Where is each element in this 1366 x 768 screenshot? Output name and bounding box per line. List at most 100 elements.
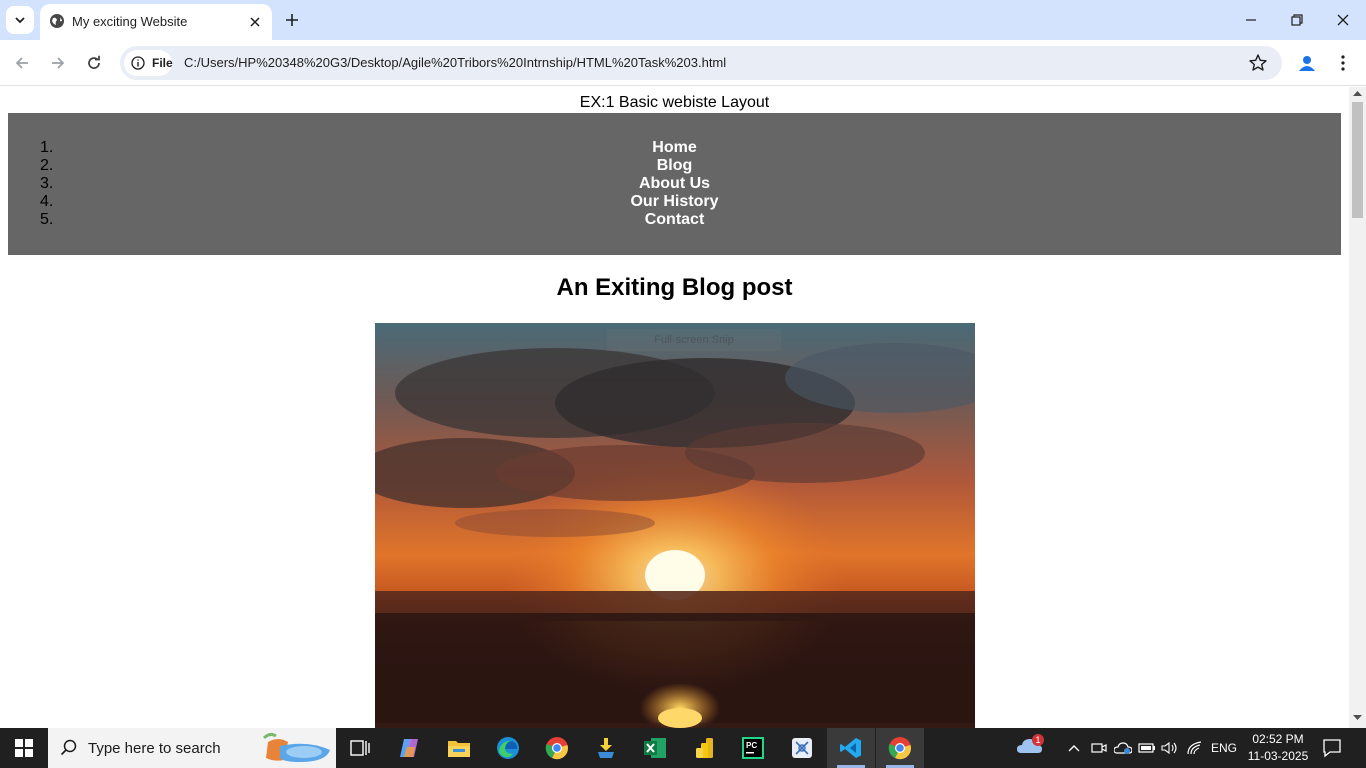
- reload-button[interactable]: [82, 51, 106, 75]
- taskbar-file-explorer[interactable]: [435, 728, 483, 768]
- nav-item-about-us: 3. About Us: [8, 175, 1341, 193]
- page-viewport: EX:1 Basic webiste Layout 1. Home 2. Blo…: [0, 87, 1349, 728]
- sunset-photo: [375, 323, 975, 728]
- site-info-chip[interactable]: File: [124, 50, 173, 76]
- scroll-down-arrow-icon[interactable]: [1353, 714, 1362, 721]
- browser-tab[interactable]: My exciting Website: [40, 4, 272, 40]
- browser-tabstrip: My exciting Website: [0, 0, 1366, 40]
- list-marker: 5.: [40, 211, 54, 228]
- notifications-button[interactable]: [1322, 738, 1342, 763]
- excel-icon: [644, 738, 666, 758]
- onedrive-icon: [1114, 742, 1132, 754]
- copilot-icon: [400, 739, 418, 757]
- scroll-up-arrow-icon[interactable]: [1353, 90, 1362, 97]
- taskbar-chrome-active[interactable]: [876, 728, 924, 768]
- chrome-active-icon: [888, 737, 911, 760]
- edge-icon: [497, 737, 519, 759]
- taskbar-edge[interactable]: [484, 728, 532, 768]
- weather-widget[interactable]: 1: [1016, 734, 1044, 756]
- globe-icon: [50, 14, 64, 28]
- svg-text:PC: PC: [746, 741, 757, 750]
- search-placeholder: Type here to search: [88, 740, 221, 757]
- task-view-icon: [350, 740, 370, 756]
- forward-button[interactable]: [46, 51, 70, 75]
- search-icon: [60, 739, 77, 756]
- close-window-button[interactable]: [1331, 8, 1355, 32]
- nav-link-about-us[interactable]: About Us: [8, 175, 1341, 193]
- profile-button[interactable]: [1295, 51, 1319, 75]
- restore-button[interactable]: [1285, 8, 1309, 32]
- start-button[interactable]: [0, 728, 48, 768]
- plus-icon: [286, 14, 298, 26]
- site-title: EX:1 Basic webiste Layout: [579, 94, 770, 111]
- minimize-icon: [1246, 19, 1256, 21]
- close-icon: [250, 17, 260, 27]
- battery-button[interactable]: [1138, 738, 1156, 758]
- meet-now-button[interactable]: [1090, 738, 1108, 758]
- close-icon: [1337, 14, 1349, 26]
- language-indicator[interactable]: ENG: [1209, 738, 1239, 758]
- list-marker: 1.: [40, 139, 54, 156]
- nav-list: 1. Home 2. Blog 3. About Us 4. Our Histo…: [8, 139, 1341, 229]
- snip-overlay-label: Full-screen Snip: [607, 329, 781, 351]
- speaker-icon: [1161, 741, 1177, 755]
- restore-icon: [1291, 14, 1303, 26]
- show-hidden-icons-button[interactable]: [1066, 738, 1082, 758]
- taskbar-excel[interactable]: [631, 728, 679, 768]
- browser-menu-button[interactable]: [1333, 51, 1353, 75]
- task-view-button[interactable]: [336, 728, 384, 768]
- address-bar[interactable]: File C:/Users/HP%20348%20G3/Desktop/Agil…: [120, 46, 1282, 80]
- nav-item-our-history: 4. Our History: [8, 193, 1341, 211]
- site-chip-label: File: [152, 56, 173, 70]
- list-marker: 3.: [40, 175, 54, 192]
- battery-icon: [1138, 743, 1155, 753]
- nav-item-blog: 2. Blog: [8, 157, 1341, 175]
- network-button[interactable]: [1186, 738, 1204, 758]
- nav-item-home: 1. Home: [8, 139, 1341, 157]
- navbar: 1. Home 2. Blog 3. About Us 4. Our Histo…: [8, 113, 1341, 255]
- clock-time: 02:52 PM: [1252, 732, 1304, 746]
- vscode-icon: [840, 738, 861, 758]
- camera-icon: [1091, 743, 1107, 753]
- taskbar-power-bi[interactable]: [680, 728, 728, 768]
- nav-item-contact: 5. Contact: [8, 211, 1341, 229]
- reload-icon: [88, 55, 100, 69]
- browser-toolbar: File C:/Users/HP%20348%20G3/Desktop/Agil…: [0, 40, 1366, 86]
- url-text[interactable]: C:/Users/HP%20348%20G3/Desktop/Agile%20T…: [184, 55, 726, 70]
- nav-link-home[interactable]: Home: [8, 139, 1341, 157]
- page-scrollbar[interactable]: [1349, 87, 1366, 728]
- back-button[interactable]: [10, 51, 34, 75]
- arrow-left-icon: [15, 57, 28, 69]
- taskbar-search-box[interactable]: Type here to search: [48, 728, 336, 768]
- bookmark-star-icon[interactable]: [1248, 53, 1268, 73]
- scrollbar-thumb[interactable]: [1352, 102, 1363, 218]
- onedrive-button[interactable]: [1113, 738, 1133, 758]
- nav-link-blog[interactable]: Blog: [8, 157, 1341, 175]
- taskbar-copilot[interactable]: [386, 728, 434, 768]
- profile-icon: [1299, 56, 1315, 71]
- info-icon: [131, 56, 145, 70]
- file-explorer-icon: [448, 741, 470, 757]
- tab-search-button[interactable]: [6, 6, 34, 34]
- volume-button[interactable]: [1161, 738, 1179, 758]
- weather-badge: 1: [1032, 734, 1044, 746]
- list-marker: 2.: [40, 157, 54, 174]
- taskbar-app-download[interactable]: [582, 728, 630, 768]
- windows-logo-icon: [15, 739, 33, 757]
- taskbar-pycharm[interactable]: PC: [729, 728, 777, 768]
- tab-close-button[interactable]: [245, 12, 265, 32]
- taskbar-chrome[interactable]: [533, 728, 581, 768]
- power-bi-icon: [696, 738, 713, 758]
- nav-link-contact[interactable]: Contact: [8, 211, 1341, 229]
- taskbar-snipping-tool[interactable]: [778, 728, 826, 768]
- taskbar-vscode[interactable]: [827, 728, 875, 768]
- windows-taskbar: Type here to search PC 1 ENG 02:52 PM 11…: [0, 728, 1366, 768]
- chrome-icon: [545, 737, 568, 760]
- new-tab-button[interactable]: [281, 9, 303, 31]
- minimize-button[interactable]: [1239, 8, 1263, 32]
- nav-link-our-history[interactable]: Our History: [8, 193, 1341, 211]
- app-download-icon: [598, 738, 614, 758]
- taskbar-clock[interactable]: 02:52 PM 11-03-2025: [1244, 731, 1312, 765]
- clock-date: 11-03-2025: [1247, 749, 1309, 763]
- notification-icon: [1323, 739, 1341, 758]
